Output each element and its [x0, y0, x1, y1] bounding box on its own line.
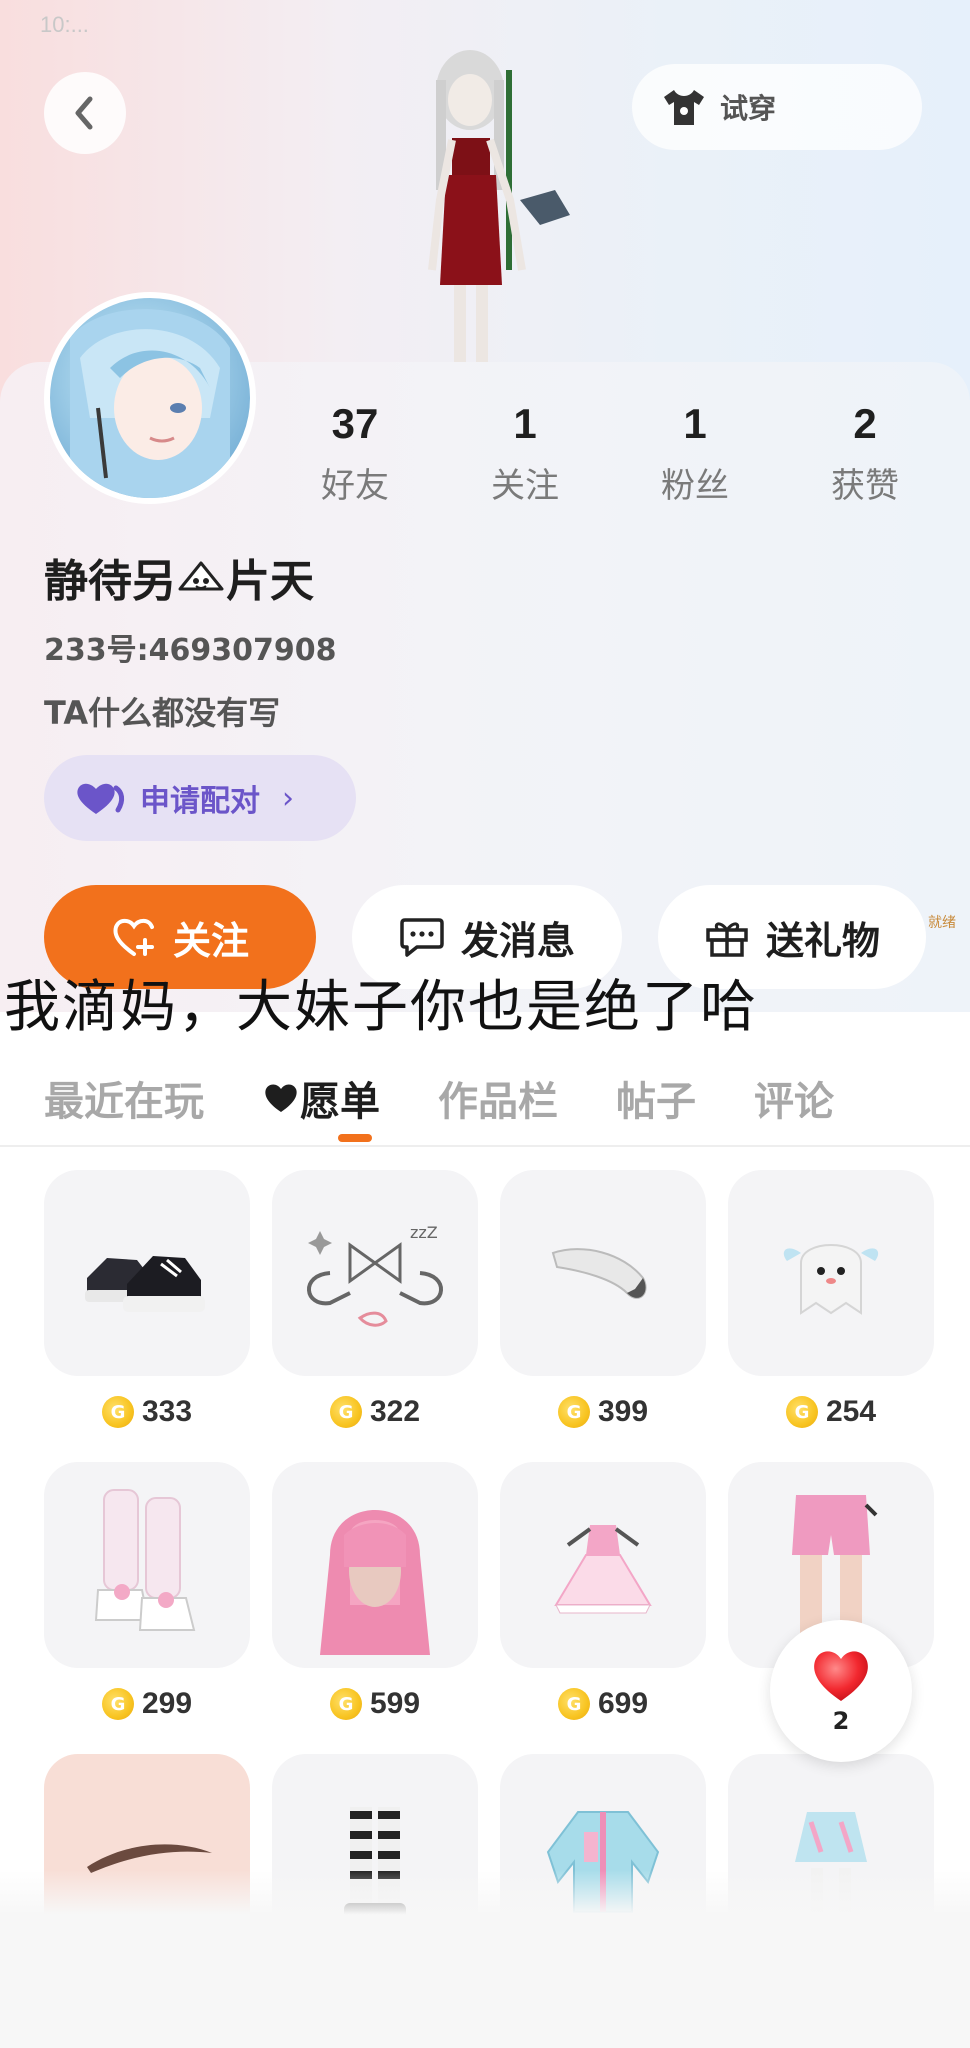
avatar[interactable] [44, 292, 256, 504]
tabs-divider [0, 1145, 970, 1147]
fur-tail-icon [551, 1248, 647, 1299]
handwritten-caption: 我滴妈，大妹子你也是绝了哈 [4, 975, 758, 1040]
gift-icon [706, 922, 748, 957]
stat-likes[interactable]: 2 获赞 [780, 400, 950, 507]
svg-text:zzZ: zzZ [410, 1223, 438, 1242]
mini-badge: 就绪 [928, 915, 956, 931]
price-value: 299 [141, 1687, 193, 1720]
profile-tabs: 最近在玩 愿单 作品栏 帖子 评论 [0, 1050, 970, 1146]
tab-recently-played[interactable]: 最近在玩 [44, 1069, 204, 1127]
floating-like-button[interactable]: 2 [770, 1620, 912, 1762]
tab-posts[interactable]: 帖子 [616, 1069, 696, 1127]
shirt-icon [664, 90, 704, 125]
coin-icon: G [557, 1688, 590, 1720]
item-thumbnail [500, 1170, 706, 1376]
sneakers-icon [85, 1256, 205, 1312]
tab-portfolio[interactable]: 作品栏 [438, 1069, 558, 1127]
stat-value: 1 [683, 400, 707, 447]
stat-value: 1 [513, 400, 537, 447]
wishlist-item[interactable]: G 699 [500, 1462, 706, 1724]
like-count: 2 [832, 1707, 850, 1735]
heart-pair-icon [77, 783, 125, 814]
ghost-pet-icon [783, 1244, 879, 1315]
heart-plus-icon [113, 918, 154, 956]
item-thumbnail [44, 1170, 250, 1376]
price-value: 599 [369, 1687, 421, 1720]
stat-value: 2 [853, 400, 877, 447]
coin-icon: G [101, 1688, 134, 1720]
item-thumbnail [728, 1170, 934, 1376]
pink-dress-icon [554, 1525, 652, 1614]
stat-label: 获赞 [831, 466, 899, 506]
stat-label: 粉丝 [661, 466, 729, 506]
item-price: G 599 [272, 1684, 478, 1724]
item-thumbnail [44, 1462, 250, 1668]
wishlist-item[interactable]: G 254 [728, 1170, 934, 1432]
try-on-button[interactable]: 试穿 [632, 64, 922, 150]
tab-active-indicator [338, 1134, 372, 1142]
item-thumbnail: zzZ [272, 1170, 478, 1376]
coin-icon: G [329, 1396, 362, 1428]
price-value: 322 [369, 1395, 421, 1428]
heart-icon [814, 1651, 868, 1701]
coin-icon: G [785, 1396, 818, 1428]
stat-value: 37 [331, 400, 379, 447]
item-price: G 699 [500, 1684, 706, 1724]
wishlist-item[interactable]: G 299 [44, 1462, 250, 1724]
avatar-3d-figure[interactable] [380, 40, 580, 370]
tab-wishlist[interactable]: 愿单 [262, 1069, 380, 1127]
stat-fans[interactable]: 1 粉丝 [610, 400, 780, 507]
grid-row: G 333 zzZ G 322 G 399 G 254 [44, 1170, 934, 1432]
bio: TA什么都没有写 [44, 694, 281, 732]
profile-stats: 37 好友 1 关注 1 粉丝 2 获赞 [270, 400, 950, 507]
item-price: G 399 [500, 1392, 706, 1432]
item-price: G 299 [44, 1684, 250, 1724]
price-value: 333 [141, 1395, 193, 1428]
item-thumbnail [500, 1462, 706, 1668]
coin-icon: G [101, 1396, 134, 1428]
item-price: G 333 [44, 1392, 250, 1432]
stat-following[interactable]: 1 关注 [440, 400, 610, 507]
status-bar-time: 10:... [40, 12, 89, 37]
item-thumbnail [272, 1462, 478, 1668]
coin-icon: G [557, 1396, 590, 1428]
stat-label: 关注 [491, 466, 559, 506]
send-message-label: 发消息 [460, 918, 575, 963]
stat-label: 好友 [321, 466, 389, 506]
bow-accessory-icon: zzZ [307, 1223, 443, 1327]
stat-friends[interactable]: 37 好友 [270, 400, 440, 507]
wishlist-item[interactable]: G 399 [500, 1170, 706, 1432]
avatar-portrait [70, 309, 230, 498]
send-gift-label: 送礼物 [765, 918, 880, 963]
request-pair-button[interactable]: 申请配对 › [44, 755, 356, 841]
wishlist-item[interactable]: zzZ G 322 [272, 1170, 478, 1432]
heart-icon [265, 1084, 297, 1112]
wishlist-item[interactable]: G 333 [44, 1170, 250, 1432]
wishlist-item[interactable]: G 599 [272, 1462, 478, 1724]
request-pair-label: 申请配对 [140, 784, 260, 819]
chat-bubble-icon [400, 918, 444, 957]
follow-label: 关注 [172, 918, 249, 963]
chevron-left-icon [75, 96, 93, 130]
chevron-right-icon: › [282, 780, 294, 816]
username-part1: 静待另 [44, 556, 176, 607]
back-button[interactable] [44, 72, 126, 154]
username-part2: 片天 [226, 556, 314, 607]
item-price: G 322 [272, 1392, 478, 1432]
pizza-emoji-icon [178, 561, 224, 591]
bottom-fade [0, 1870, 970, 2048]
username: 静待另 片天 [44, 545, 314, 609]
coin-icon: G [329, 1688, 362, 1720]
user-id[interactable]: 233号:469307908 [44, 625, 337, 669]
price-value: 699 [597, 1687, 649, 1720]
price-value: 254 [825, 1395, 877, 1428]
try-on-label: 试穿 [720, 92, 777, 125]
item-price: G 254 [728, 1392, 934, 1432]
pink-hair-icon [320, 1510, 430, 1655]
price-value: 399 [597, 1395, 649, 1428]
tab-comments[interactable]: 评论 [754, 1069, 834, 1127]
leg-warmer-boots-icon [94, 1489, 196, 1631]
tab-wishlist-label: 愿单 [300, 1079, 380, 1125]
